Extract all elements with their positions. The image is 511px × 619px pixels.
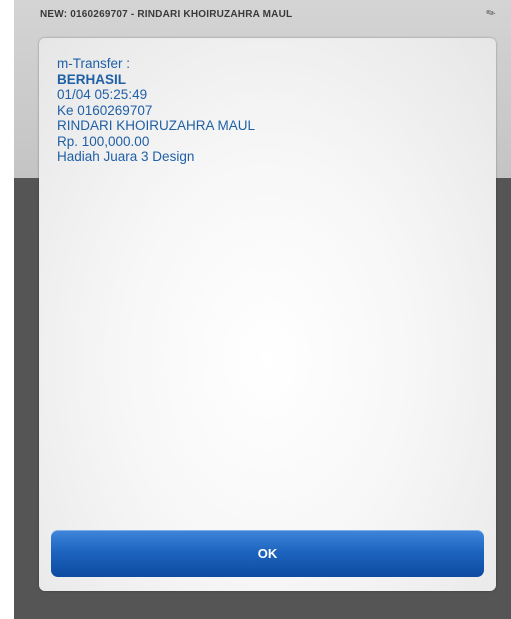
background-title: NEW: 0160269707 - RINDARI KHOIRUZAHRA MA… xyxy=(40,9,293,20)
ok-button[interactable]: OK xyxy=(51,530,484,577)
dialog-message: m-Transfer : BERHASIL 01/04 05:25:49 Ke … xyxy=(57,56,255,165)
message-line-note: Hadiah Juara 3 Design xyxy=(57,149,195,164)
message-line-timestamp: 01/04 05:25:49 xyxy=(57,87,148,102)
message-line-amount: Rp. 100,000.00 xyxy=(57,133,150,149)
message-line-title: m-Transfer : xyxy=(57,56,131,71)
message-line-account: Ke 0160269707 xyxy=(57,102,153,118)
message-line-status: BERHASIL xyxy=(57,71,127,87)
alert-dialog: m-Transfer : BERHASIL 01/04 05:25:49 Ke … xyxy=(39,38,496,591)
message-line-recipient: RINDARI KHOIRUZAHRA MAUL xyxy=(57,118,256,133)
app-screen: NEW: 0160269707 - RINDARI KHOIRUZAHRA MA… xyxy=(0,0,511,619)
